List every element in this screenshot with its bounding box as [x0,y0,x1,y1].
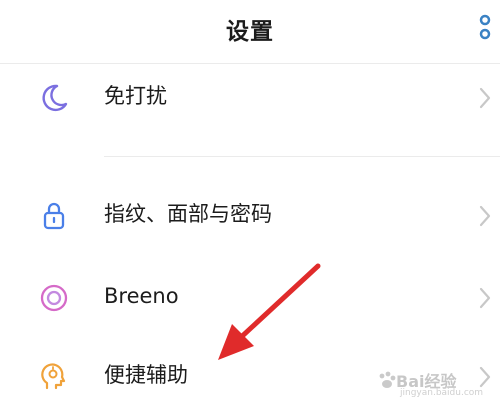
breeno-icon [40,284,68,312]
watermark: Bai经验 jingyan.baidu.com [376,362,496,402]
settings-item-label: 免打扰 [104,84,167,108]
more-vertical-icon [479,14,491,40]
settings-item-label: Breeno [104,284,179,308]
row-divider [104,156,500,157]
chevron-right-icon [479,87,491,109]
top-bar: 设置 [0,0,500,62]
paw-logo-icon [379,371,396,388]
header-divider [0,63,500,64]
head-bulb-icon [41,363,66,390]
settings-item-breeno[interactable]: Breeno [0,266,500,330]
more-options-button[interactable] [476,13,494,43]
settings-item-label: 指纹、面部与密码 [104,202,272,226]
moon-icon [42,84,68,112]
watermark-subtext: jingyan.baidu.com [400,388,484,398]
page-title: 设置 [226,19,274,45]
settings-item-do-not-disturb[interactable]: 免打扰 [0,66,500,130]
chevron-right-icon [479,205,491,227]
settings-item-label: 便捷辅助 [104,363,188,387]
chevron-right-icon [479,287,491,309]
settings-item-fingerprint-face-password[interactable]: 指纹、面部与密码 [0,184,500,248]
lock-icon [43,202,65,230]
